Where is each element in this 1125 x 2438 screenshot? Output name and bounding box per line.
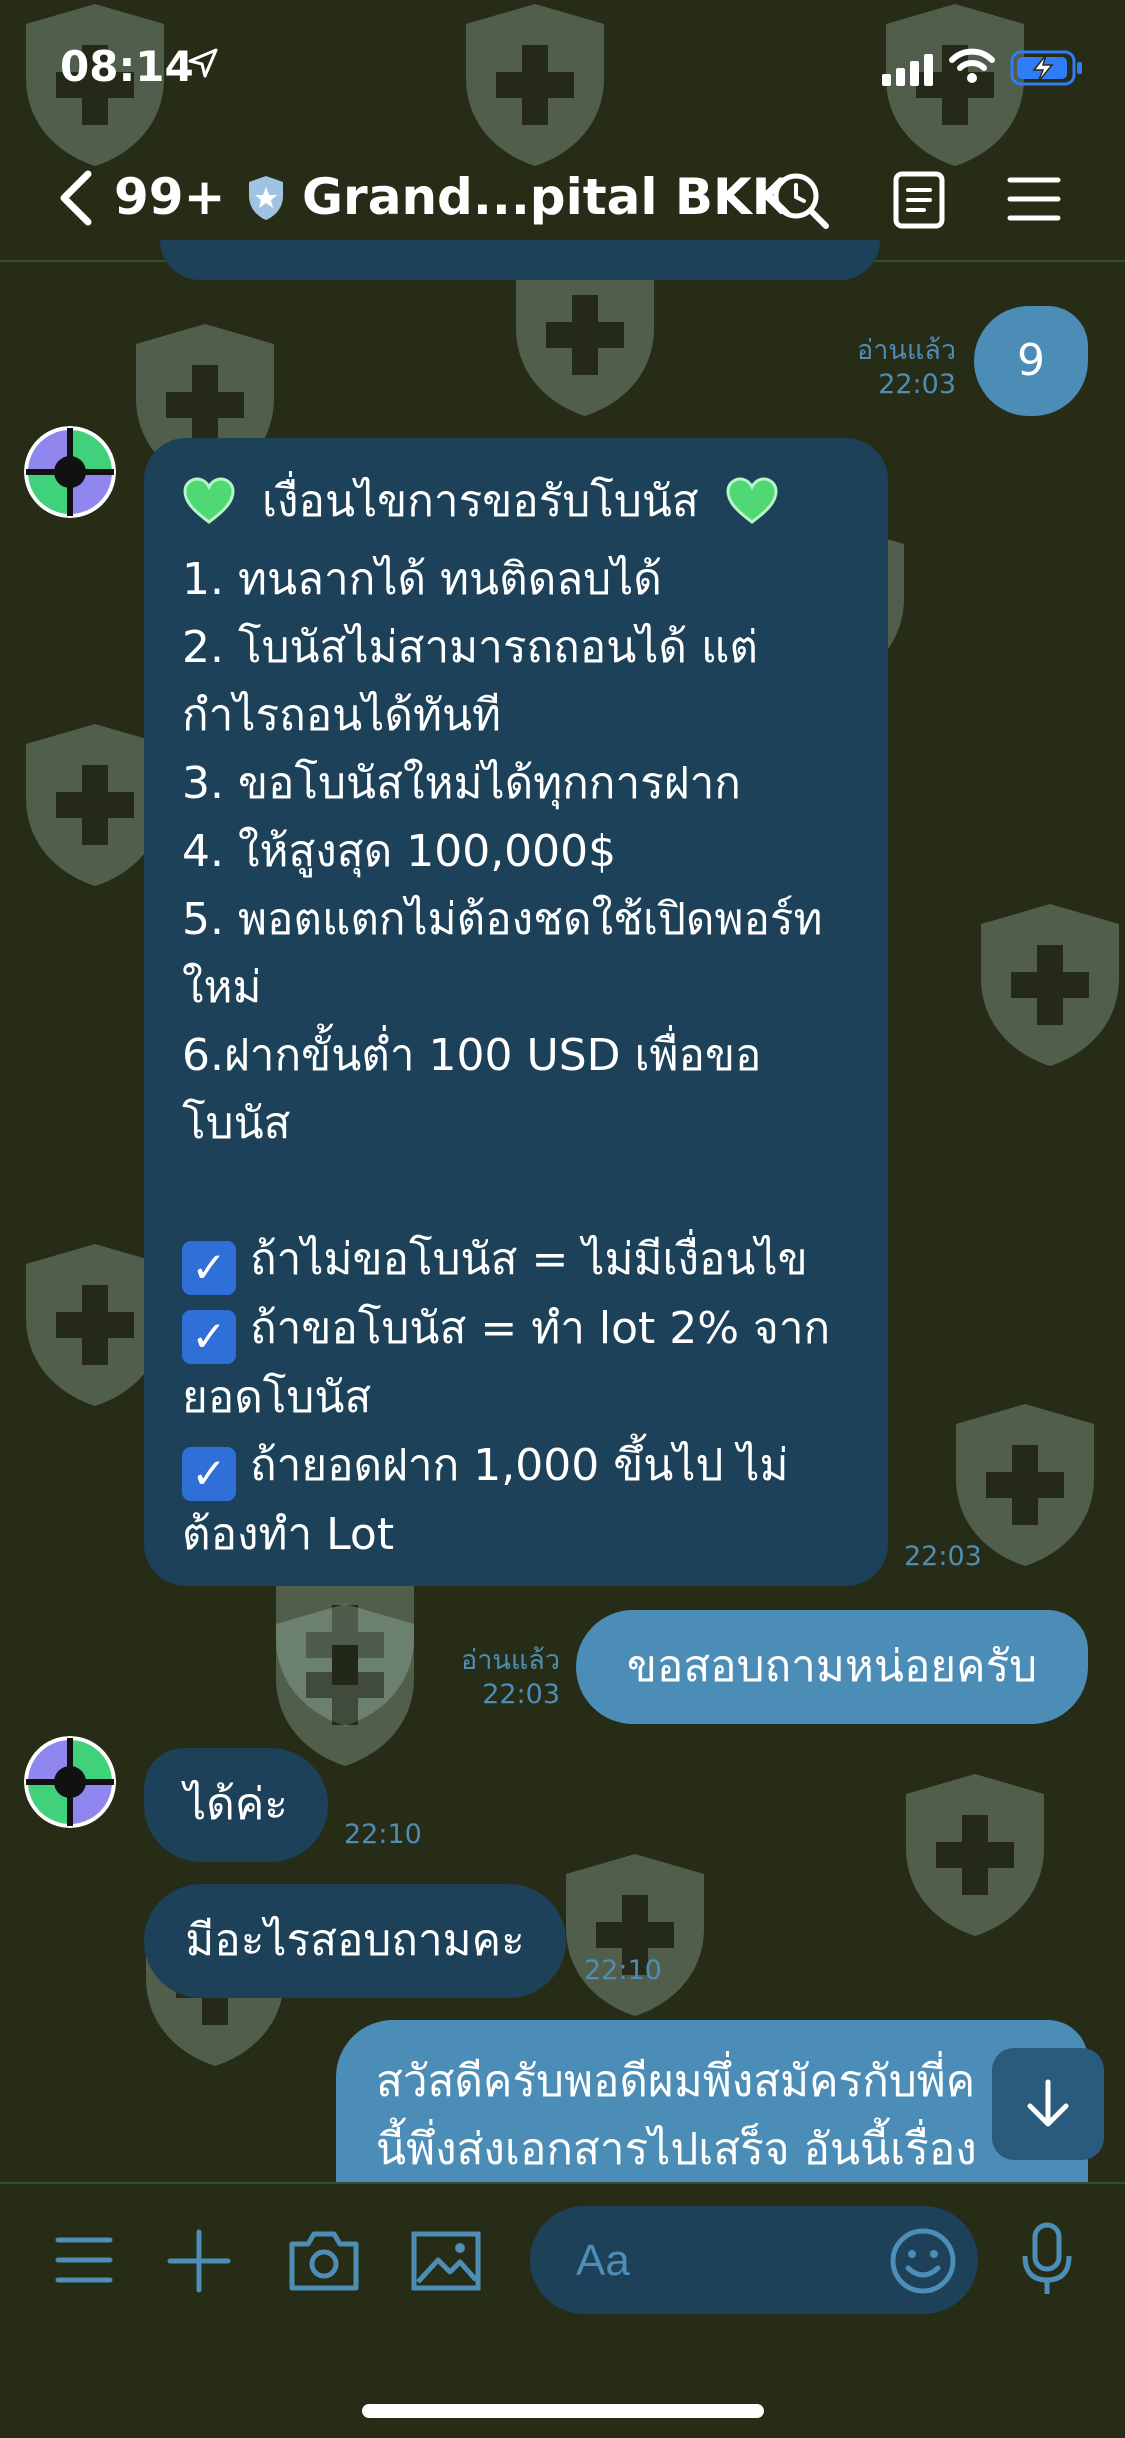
battery-charging-icon	[1010, 50, 1084, 90]
camera-button[interactable]	[288, 2228, 360, 2296]
green-heart-icon	[725, 476, 779, 546]
outgoing-message[interactable]: สวัสดีครับพอดีผมพึ่งสมัครกับพี่ค นี้พึ่ง…	[336, 2020, 1088, 2182]
message-text: 9	[1017, 335, 1045, 386]
outgoing-message[interactable]: 9	[974, 306, 1088, 416]
search-button[interactable]	[770, 170, 830, 230]
incoming-message[interactable]: ได้ค่ะ	[144, 1748, 328, 1862]
menu-icon	[1007, 177, 1061, 221]
voice-button[interactable]	[1020, 2222, 1074, 2302]
message-text: ได้ค่ะ	[184, 1779, 288, 1830]
message-time: 22:03	[482, 1679, 560, 1710]
menu-toggle-button[interactable]	[54, 2232, 114, 2292]
message-time: 22:03	[878, 369, 956, 400]
chat-title[interactable]: Grand...pital BKK	[302, 168, 791, 226]
message-meta: อ่านแล้ว 22:03	[820, 334, 956, 402]
search-icon	[773, 173, 829, 229]
emoji-icon	[890, 2228, 956, 2294]
status-bar: 08:14	[0, 0, 1125, 130]
rule-line: 6.ฝากขั้นต่ำ 100 USD เพื่อขอ	[182, 1030, 762, 1081]
back-button[interactable]	[52, 168, 104, 228]
shield-star-icon	[246, 174, 286, 222]
rule-line: ใหม่	[182, 962, 262, 1013]
previous-message-bubble	[160, 240, 880, 280]
incoming-message[interactable]: มีอะไรสอบถามคะ	[144, 1884, 566, 1998]
gallery-button[interactable]	[410, 2230, 482, 2296]
status-time: 08:14	[60, 42, 194, 91]
message-text: มีอะไรสอบถามคะ	[185, 1915, 525, 1966]
checkmark-icon: ✓	[182, 1447, 236, 1501]
avatar[interactable]	[24, 1736, 116, 1828]
scroll-to-bottom-button[interactable]	[992, 2048, 1104, 2160]
checkmark-icon: ✓	[182, 1310, 236, 1364]
condition-line: ถ้ายอดฝาก 1,000 ขึ้นไป ไม่	[250, 1440, 789, 1491]
shield-watermark-icon	[270, 1600, 420, 1770]
incoming-message[interactable]: เงื่อนไขการขอรับโบนัส 1. ทนลากได้ ทนติดล…	[144, 438, 888, 1586]
rule-line: 3. ขอโบนัสใหม่ได้ทุกการฝาก	[182, 758, 741, 809]
shield-watermark-icon	[900, 1770, 1050, 1940]
message-time: 22:03	[904, 1541, 982, 1572]
rule-line: โบนัส	[182, 1098, 291, 1149]
menu-icon	[55, 2237, 113, 2283]
rule-line: กำไรถอนได้ทันที	[182, 690, 502, 741]
condition-line: ยอดโบนัส	[182, 1372, 372, 1423]
message-input-container	[530, 2206, 978, 2314]
home-indicator	[362, 2404, 764, 2418]
message-title: เงื่อนไขการขอรับโบนัส	[262, 476, 699, 527]
camera-icon	[289, 2231, 359, 2291]
menu-button[interactable]	[1006, 174, 1062, 224]
shield-watermark-icon	[975, 900, 1125, 1070]
message-text: สวัสดีครับพอดีผมพึ่งสมัครกับพี่ค	[376, 2056, 976, 2107]
signal-icon	[882, 52, 936, 90]
chevron-left-icon	[60, 170, 92, 226]
rule-line: 1. ทนลากได้ ทนติดลบได้	[182, 554, 662, 605]
emoji-button[interactable]	[888, 2226, 958, 2296]
message-time: 22:10	[344, 1819, 422, 1850]
plus-icon	[167, 2229, 231, 2293]
add-button[interactable]	[166, 2228, 232, 2298]
message-title-line: เงื่อนไขการขอรับโบนัส	[182, 468, 830, 546]
condition-line: ถ้าขอโบนัส = ทำ lot 2% จาก	[250, 1303, 831, 1354]
read-receipt: อ่านแล้ว	[461, 1645, 560, 1676]
location-arrow-icon	[188, 48, 218, 86]
rule-line: 4. ให้สูงสุด 100,000$	[182, 826, 617, 877]
message-meta: อ่านแล้ว 22:03	[440, 1644, 560, 1712]
unread-count[interactable]: 99+	[114, 168, 225, 226]
condition-line: ต้องทำ Lot	[182, 1509, 395, 1560]
notes-icon	[893, 171, 945, 229]
checkmark-icon: ✓	[182, 1241, 236, 1295]
rule-line: 2. โบนัสไม่สามารถถอนได้ แต่	[182, 622, 758, 673]
read-receipt: อ่านแล้ว	[857, 335, 956, 366]
arrow-down-icon	[1027, 2079, 1069, 2127]
message-text: ขอสอบถามหน่อยครับ	[626, 1641, 1038, 1692]
outgoing-message[interactable]: ขอสอบถามหน่อยครับ	[576, 1610, 1088, 1724]
shield-watermark-icon	[560, 1850, 710, 2020]
wifi-icon	[948, 46, 996, 88]
notes-button[interactable]	[892, 170, 946, 230]
rule-line: 5. พอตแตกไม่ต้องชดใช้เปิดพอร์ท	[182, 894, 823, 945]
avatar[interactable]	[24, 426, 116, 518]
condition-line: ถ้าไม่ขอโบนัส = ไม่มีเงื่อนไข	[250, 1234, 808, 1285]
message-time: 22:10	[584, 1955, 662, 1986]
message-input[interactable]	[574, 2230, 878, 2292]
message-text: นี้พึ่งส่งเอกสารไปเสร็จ อันนี้เรื่อง	[376, 2124, 977, 2175]
message-composer-bar	[0, 2182, 1125, 2438]
image-icon	[411, 2231, 481, 2291]
green-heart-icon	[182, 476, 236, 546]
microphone-icon	[1022, 2222, 1072, 2294]
